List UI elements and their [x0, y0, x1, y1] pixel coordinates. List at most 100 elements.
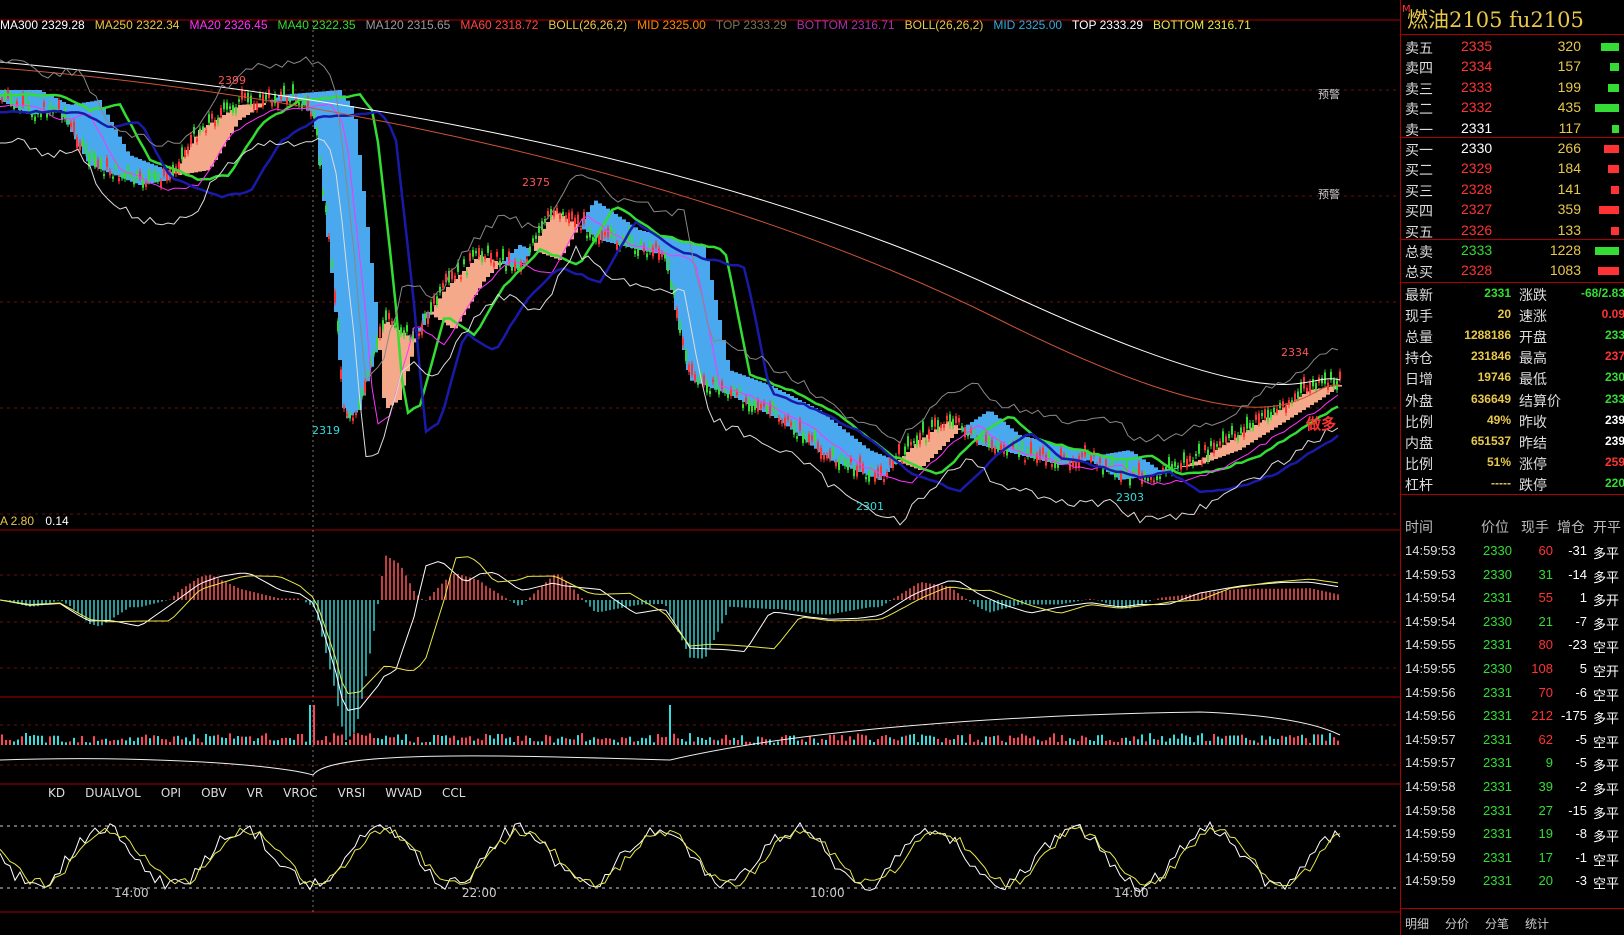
- totals-row[interactable]: 总买 2328 1083: [1405, 260, 1624, 281]
- side-panel-tabs[interactable]: 明细 分价 分笔 统计: [1405, 915, 1565, 932]
- totals-label: 总卖: [1405, 244, 1433, 260]
- bids-row[interactable]: 买二 2329 184: [1405, 158, 1624, 179]
- sub-tab-kd[interactable]: KD: [48, 786, 65, 800]
- candle-body: [1231, 425, 1233, 435]
- candle-body: [736, 391, 738, 396]
- candle-body: [1294, 393, 1296, 400]
- indicator-value: BOLL(26,26,2): [904, 18, 984, 32]
- stat-label: 最新: [1405, 287, 1433, 303]
- trade-price: 2331: [1483, 779, 1512, 794]
- trade-price: 2330: [1483, 661, 1512, 676]
- candle-body: [118, 177, 120, 182]
- stat-row: 比例 49% 昨收 239: [1405, 410, 1624, 431]
- sub-tab-vr[interactable]: VR: [247, 786, 264, 800]
- sub-tab-dualvol[interactable]: DUALVOL: [85, 786, 141, 800]
- candle-body: [484, 257, 486, 260]
- asks-volume-bar: [1610, 63, 1619, 72]
- candle-body: [1282, 401, 1284, 407]
- trade-row[interactable]: 14:59:59 2331 17 -1 空平: [1405, 847, 1624, 870]
- candle-body: [874, 472, 876, 482]
- candle-body: [1192, 459, 1194, 466]
- candle-body: [346, 413, 348, 417]
- candle-body: [538, 225, 540, 233]
- candle-body: [535, 235, 537, 239]
- trade-price: 2331: [1483, 802, 1512, 818]
- trade-row[interactable]: 14:59:57 2331 62 -5 空平: [1405, 729, 1624, 752]
- trade-row[interactable]: 14:59:53 2330 60 -31 多平: [1405, 540, 1624, 563]
- stat-value: 233: [1604, 391, 1624, 406]
- trade-row[interactable]: 14:59:59 2331 20 -3 空平: [1405, 870, 1624, 893]
- bids-row[interactable]: 买三 2328 141: [1405, 179, 1624, 200]
- totals-row[interactable]: 总卖 2333 1228: [1405, 240, 1624, 261]
- stat-label: 涨停: [1519, 455, 1547, 472]
- candle-body: [472, 249, 474, 257]
- candle-body: [55, 107, 57, 110]
- candle-body: [1042, 447, 1044, 454]
- trade-row[interactable]: 14:59:58 2331 39 -2 多平: [1405, 776, 1624, 799]
- trade-oi-change: -5: [1575, 731, 1587, 747]
- sub-indicator-tabs[interactable]: KD DUALVOL OPI OBV VR VROC VRSI WVAD CCL: [48, 786, 485, 800]
- price-low-label-3: 2303: [1116, 491, 1144, 504]
- asks-row[interactable]: 卖五 2335 320: [1405, 36, 1624, 57]
- trade-type: 多开: [1593, 593, 1620, 609]
- side-tab[interactable]: 统计: [1525, 917, 1549, 931]
- candle-body: [859, 456, 861, 469]
- trade-row[interactable]: 14:59:59 2331 19 -8 多平: [1405, 823, 1624, 846]
- candle-body: [811, 435, 813, 441]
- candle-body: [208, 114, 210, 123]
- candle-body: [442, 283, 444, 288]
- asks-row[interactable]: 卖一 2331 117: [1405, 118, 1624, 139]
- candle-body: [1195, 453, 1197, 457]
- trade-row[interactable]: 14:59:54 2330 21 -7 多平: [1405, 611, 1624, 634]
- candle-body: [1306, 387, 1308, 392]
- trade-row[interactable]: 14:59:55 2331 80 -23 空平: [1405, 634, 1624, 657]
- trade-row[interactable]: 14:59:53 2330 31 -14 多平: [1405, 564, 1624, 587]
- candle-body: [883, 478, 885, 482]
- candle-body: [817, 442, 819, 451]
- asks-row[interactable]: 卖三 2333 199: [1405, 77, 1624, 98]
- bids-row[interactable]: 买四 2327 359: [1405, 199, 1624, 220]
- candle-body: [238, 99, 240, 102]
- trade-oi-change: -6: [1575, 684, 1587, 700]
- sub-tab-vroc[interactable]: VROC: [283, 786, 317, 800]
- candle-body: [1297, 391, 1299, 399]
- candle-body: [820, 448, 822, 459]
- trade-row[interactable]: 14:59:56 2331 212 -175 多平: [1405, 705, 1624, 728]
- candle-body: [319, 158, 321, 166]
- side-tab[interactable]: 分笔: [1485, 917, 1509, 931]
- trade-oi-change: -8: [1575, 826, 1587, 842]
- candle-body: [154, 171, 156, 180]
- bids-row[interactable]: 买一 2330 266: [1405, 138, 1624, 159]
- trade-row[interactable]: 14:59:56 2331 70 -6 空平: [1405, 682, 1624, 705]
- trade-row[interactable]: 14:59:55 2330 108 5 空开: [1405, 658, 1624, 681]
- trade-row[interactable]: 14:59:54 2331 55 1 多开: [1405, 587, 1624, 610]
- sub-tab-opi[interactable]: OPI: [161, 786, 181, 800]
- sub-tab-obv[interactable]: OBV: [201, 786, 227, 800]
- side-tab[interactable]: 分价: [1445, 917, 1469, 931]
- trade-type: 多平: [1593, 711, 1620, 727]
- trade-time: 14:59:55: [1405, 661, 1456, 676]
- trade-row[interactable]: 14:59:57 2331 9 -5 多平: [1405, 752, 1624, 775]
- side-tab[interactable]: 明细: [1405, 917, 1429, 931]
- candle-body: [1105, 459, 1107, 466]
- trade-row[interactable]: 14:59:58 2331 27 -15 多平: [1405, 800, 1624, 823]
- candle-body: [553, 210, 555, 217]
- sub-tab-wvad[interactable]: WVAD: [385, 786, 422, 800]
- kd-k-line: [0, 820, 1341, 893]
- sub-tab-vrsi[interactable]: VRSI: [338, 786, 366, 800]
- chart-area[interactable]: MA300 2329.28 MA250 2322.34 MA20 2326.45 MA…: [0, 0, 1400, 935]
- candle-body: [502, 248, 504, 261]
- candle-body: [439, 286, 441, 293]
- trade-price: 2330: [1483, 543, 1512, 558]
- trade-type: 空平: [1593, 640, 1620, 656]
- asks-row[interactable]: 卖四 2334 157: [1405, 56, 1624, 77]
- candle-body: [832, 447, 834, 456]
- sub-tab-ccl[interactable]: CCL: [442, 786, 465, 800]
- candle-body: [451, 271, 453, 280]
- candle-body: [1156, 476, 1158, 481]
- asks-row[interactable]: 卖二 2332 435: [1405, 97, 1624, 118]
- indicator-value: TOP 2333.29: [715, 18, 787, 32]
- bids-row[interactable]: 买五 2326 133: [1405, 220, 1624, 241]
- trade-type: 多平: [1593, 616, 1620, 632]
- candle-body: [475, 251, 477, 254]
